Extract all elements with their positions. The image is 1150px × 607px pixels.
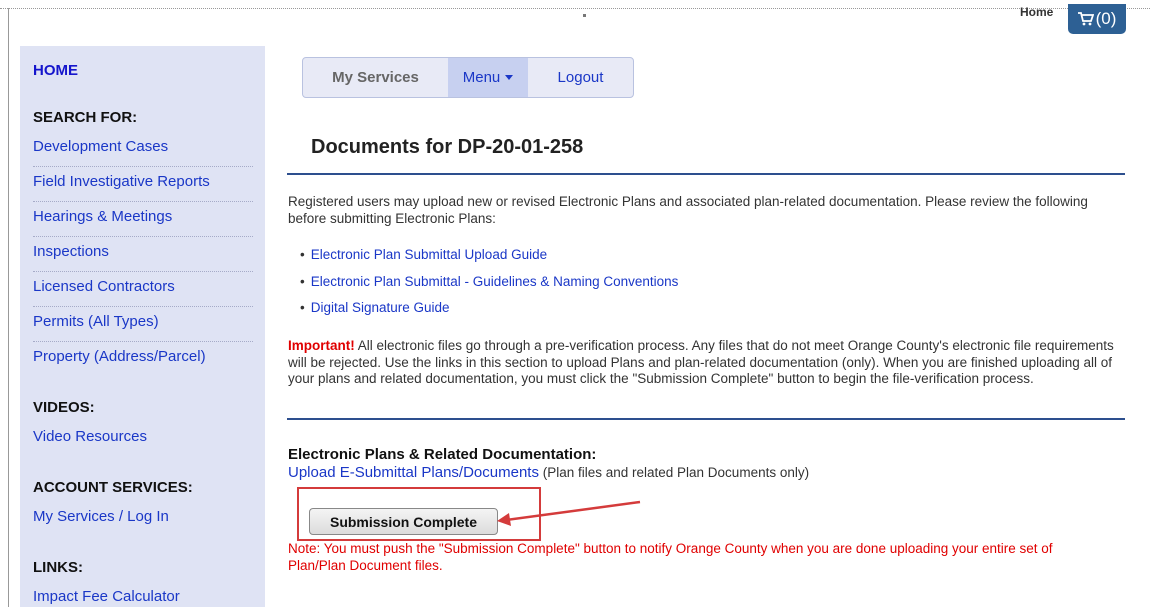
sidebar-item-field-investigative-reports[interactable]: Field Investigative Reports (33, 167, 253, 202)
cart-count: (0) (1095, 9, 1117, 28)
guide-link-naming-conventions[interactable]: Electronic Plan Submittal - Guidelines &… (311, 274, 679, 289)
caret-down-icon (505, 75, 514, 80)
sidebar-item-development-cases[interactable]: Development Cases (33, 132, 253, 167)
services-navbar: My Services Menu Logout (302, 57, 634, 98)
guide-link-upload-guide[interactable]: Electronic Plan Submittal Upload Guide (311, 247, 547, 262)
important-label: Important! (288, 338, 355, 353)
frame-marker (583, 14, 586, 17)
section-heading: Electronic Plans & Related Documentation… (288, 446, 597, 463)
page-frame-left (8, 8, 9, 607)
sidebar-heading-links: LINKS: (33, 559, 83, 576)
list-item: Electronic Plan Submittal - Guidelines &… (300, 274, 679, 301)
sidebar-item-my-services-login[interactable]: My Services / Log In (33, 502, 253, 537)
important-text: All electronic files go through a pre-ve… (288, 338, 1114, 386)
title-divider (287, 173, 1125, 175)
sidebar-heading-videos: VIDEOS: (33, 399, 95, 416)
guide-link-digital-signature[interactable]: Digital Signature Guide (311, 300, 450, 315)
nav-menu-label: Menu (462, 69, 501, 86)
sidebar-item-property[interactable]: Property (Address/Parcel) (33, 342, 253, 377)
page-frame-top (0, 8, 1150, 9)
sidebar-heading-account: ACCOUNT SERVICES: (33, 479, 193, 496)
section-divider (287, 418, 1125, 420)
annotation-arrow-icon (497, 500, 641, 526)
sidebar-home-link[interactable]: HOME (33, 62, 265, 79)
sidebar-item-inspections[interactable]: Inspections (33, 237, 253, 272)
upload-line: Upload E-Submittal Plans/Documents (Plan… (288, 464, 809, 481)
upload-note: (Plan files and related Plan Documents o… (538, 465, 810, 480)
nav-menu-dropdown[interactable]: Menu (448, 58, 528, 97)
top-home-link[interactable]: Home (1020, 5, 1053, 19)
sidebar-item-hearings-meetings[interactable]: Hearings & Meetings (33, 202, 253, 237)
sidebar-item-video-resources[interactable]: Video Resources (33, 422, 253, 457)
sidebar: HOME SEARCH FOR: Development Cases Field… (20, 46, 265, 607)
sidebar-item-licensed-contractors[interactable]: Licensed Contractors (33, 272, 253, 307)
page-title: Documents for DP-20-01-258 (311, 136, 584, 158)
upload-plans-link[interactable]: Upload E-Submittal Plans/Documents (288, 464, 539, 481)
guide-links-list: Electronic Plan Submittal Upload Guide E… (300, 247, 679, 327)
sidebar-heading-search: SEARCH FOR: (33, 109, 138, 126)
intro-text: Registered users may upload new or revis… (288, 194, 1088, 226)
list-item: Digital Signature Guide (300, 300, 678, 327)
nav-logout[interactable]: Logout (528, 58, 633, 97)
nav-my-services[interactable]: My Services (303, 58, 448, 97)
cart-button[interactable]: (0) (1068, 4, 1126, 34)
shopping-cart-icon (1077, 12, 1094, 26)
list-item: Electronic Plan Submittal Upload Guide (300, 247, 678, 274)
submission-complete-button[interactable]: Submission Complete (309, 508, 498, 535)
sidebar-item-permits[interactable]: Permits (All Types) (33, 307, 253, 342)
submission-note: Note: You must push the "Submission Comp… (288, 541, 1053, 573)
important-notice: Important! All electronic files go throu… (288, 338, 1128, 388)
sidebar-item-impact-fee-calculator[interactable]: Impact Fee Calculator (33, 582, 253, 607)
